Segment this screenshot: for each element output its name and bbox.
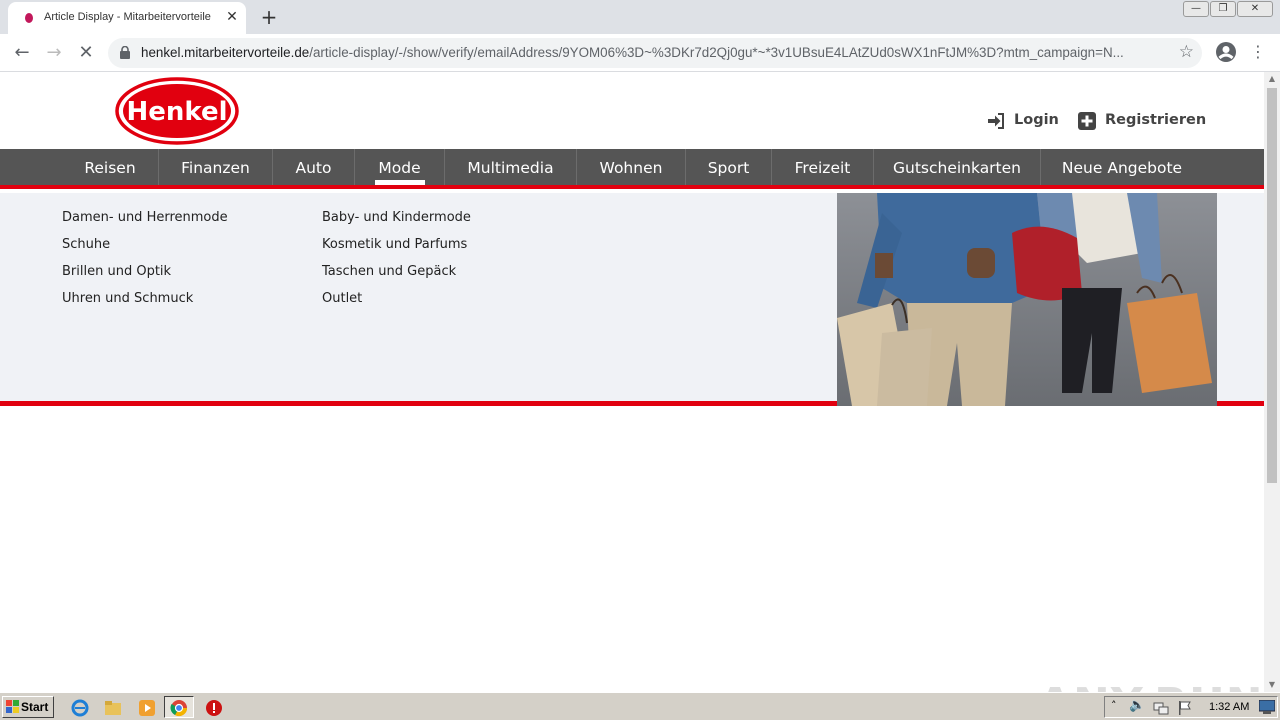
scrollbar-thumb[interactable] bbox=[1267, 88, 1277, 483]
url-text: henkel.mitarbeitervorteile.de/article-di… bbox=[141, 45, 1171, 60]
browser-tabstrip: Article Display - Mitarbeitervorteile ✕ … bbox=[0, 0, 1280, 34]
nav-item-finanzen[interactable]: Finanzen bbox=[159, 149, 272, 185]
nav-item-gutscheinkarten[interactable]: Gutscheinkarten bbox=[874, 149, 1040, 185]
address-bar[interactable]: henkel.mitarbeitervorteile.de/article-di… bbox=[108, 38, 1202, 68]
submenu-link-kosmetik-parfums[interactable]: Kosmetik und Parfums bbox=[322, 237, 467, 252]
submenu-link-uhren-schmuck[interactable]: Uhren und Schmuck bbox=[62, 291, 193, 306]
back-icon[interactable]: ← bbox=[10, 41, 34, 65]
windows-taskbar: Start ˄ 🔈 1:32 AM bbox=[0, 692, 1280, 720]
register-label: Registrieren bbox=[1105, 112, 1207, 128]
henkel-logo[interactable]: Henkel bbox=[115, 77, 239, 145]
submenu-link-taschen-gepaeck[interactable]: Taschen und Gepäck bbox=[322, 264, 456, 279]
action-center-flag-icon[interactable] bbox=[1177, 700, 1193, 716]
nav-item-auto[interactable]: Auto bbox=[273, 149, 354, 185]
volume-icon[interactable]: 🔈 bbox=[1129, 698, 1145, 713]
chrome-icon bbox=[170, 700, 188, 717]
scroll-down-arrow-icon[interactable]: ▼ bbox=[1264, 678, 1280, 692]
url-path: /article-display/-/show/verify/emailAddr… bbox=[309, 45, 1124, 60]
plus-square-icon bbox=[1078, 112, 1096, 130]
site-favicon-icon bbox=[25, 13, 33, 23]
nav-item-freizeit[interactable]: Freizeit bbox=[772, 149, 873, 185]
nav-active-indicator bbox=[375, 180, 425, 185]
internet-explorer-icon[interactable] bbox=[71, 699, 89, 717]
anyrun-watermark: ANY.RUN bbox=[1038, 679, 1264, 692]
browser-menu-icon[interactable]: ⋮ bbox=[1250, 41, 1266, 63]
nav-item-neue-angebote[interactable]: Neue Angebote bbox=[1041, 149, 1203, 185]
system-tray: ˄ 🔈 bbox=[1104, 696, 1278, 718]
page-content: Henkel Login Registrieren Reisen Finanze… bbox=[0, 72, 1264, 692]
windows-flag-icon bbox=[6, 700, 19, 713]
network-icon[interactable] bbox=[1153, 700, 1169, 716]
start-label: Start bbox=[21, 700, 49, 714]
login-label: Login bbox=[1014, 112, 1059, 128]
submenu-link-brillen-optik[interactable]: Brillen und Optik bbox=[62, 264, 171, 279]
minimize-icon[interactable]: — bbox=[1183, 1, 1209, 17]
tray-expand-icon[interactable]: ˄ bbox=[1111, 699, 1117, 712]
submenu-link-damen-herrenmode[interactable]: Damen- und Herrenmode bbox=[62, 210, 228, 225]
submenu-link-baby-kindermode[interactable]: Baby- und Kindermode bbox=[322, 210, 471, 225]
profile-avatar-icon[interactable] bbox=[1215, 41, 1237, 63]
new-tab-icon[interactable]: + bbox=[259, 5, 279, 29]
chrome-taskbar-button[interactable] bbox=[164, 696, 194, 718]
taskbar-clock[interactable]: 1:32 AM bbox=[1209, 701, 1249, 713]
nav-item-reisen[interactable]: Reisen bbox=[62, 149, 158, 185]
restore-icon[interactable]: ❐ bbox=[1210, 1, 1236, 17]
show-desktop-icon[interactable] bbox=[1259, 700, 1275, 714]
antivirus-alert-icon[interactable] bbox=[205, 699, 223, 717]
browser-toolbar: ← → ✕ henkel.mitarbeitervorteile.de/arti… bbox=[0, 34, 1280, 72]
stop-loading-icon[interactable]: ✕ bbox=[74, 41, 98, 65]
media-player-icon[interactable] bbox=[138, 699, 156, 717]
url-host: henkel.mitarbeitervorteile.de bbox=[141, 45, 310, 60]
nav-item-sport[interactable]: Sport bbox=[686, 149, 771, 185]
svg-text:Henkel: Henkel bbox=[126, 97, 227, 127]
submenu-link-outlet[interactable]: Outlet bbox=[322, 291, 362, 306]
close-window-icon[interactable]: ✕ bbox=[1237, 1, 1273, 17]
nav-item-multimedia[interactable]: Multimedia bbox=[445, 149, 576, 185]
main-navigation: Reisen Finanzen Auto Mode Multimedia Woh… bbox=[0, 149, 1264, 189]
login-icon bbox=[988, 113, 1004, 129]
start-button[interactable]: Start bbox=[2, 696, 54, 718]
shopping-couple-promo-image[interactable] bbox=[837, 193, 1217, 406]
nav-item-wohnen[interactable]: Wohnen bbox=[577, 149, 685, 185]
tab-title: Article Display - Mitarbeitervorteile bbox=[44, 11, 211, 23]
submenu-link-schuhe[interactable]: Schuhe bbox=[62, 237, 110, 252]
lock-icon bbox=[120, 46, 130, 59]
forward-icon[interactable]: → bbox=[42, 41, 66, 65]
file-explorer-icon[interactable] bbox=[104, 699, 122, 717]
scroll-up-arrow-icon[interactable]: ▲ bbox=[1264, 72, 1280, 86]
mode-mega-menu: Damen- und Herrenmode Schuhe Brillen und… bbox=[0, 193, 1264, 406]
tab-close-icon[interactable]: ✕ bbox=[224, 9, 240, 25]
bookmark-star-icon[interactable]: ☆ bbox=[1179, 42, 1194, 62]
page-scrollbar[interactable]: ▲ ▼ bbox=[1264, 72, 1280, 692]
browser-tab[interactable]: Article Display - Mitarbeitervorteile ✕ bbox=[8, 2, 246, 34]
